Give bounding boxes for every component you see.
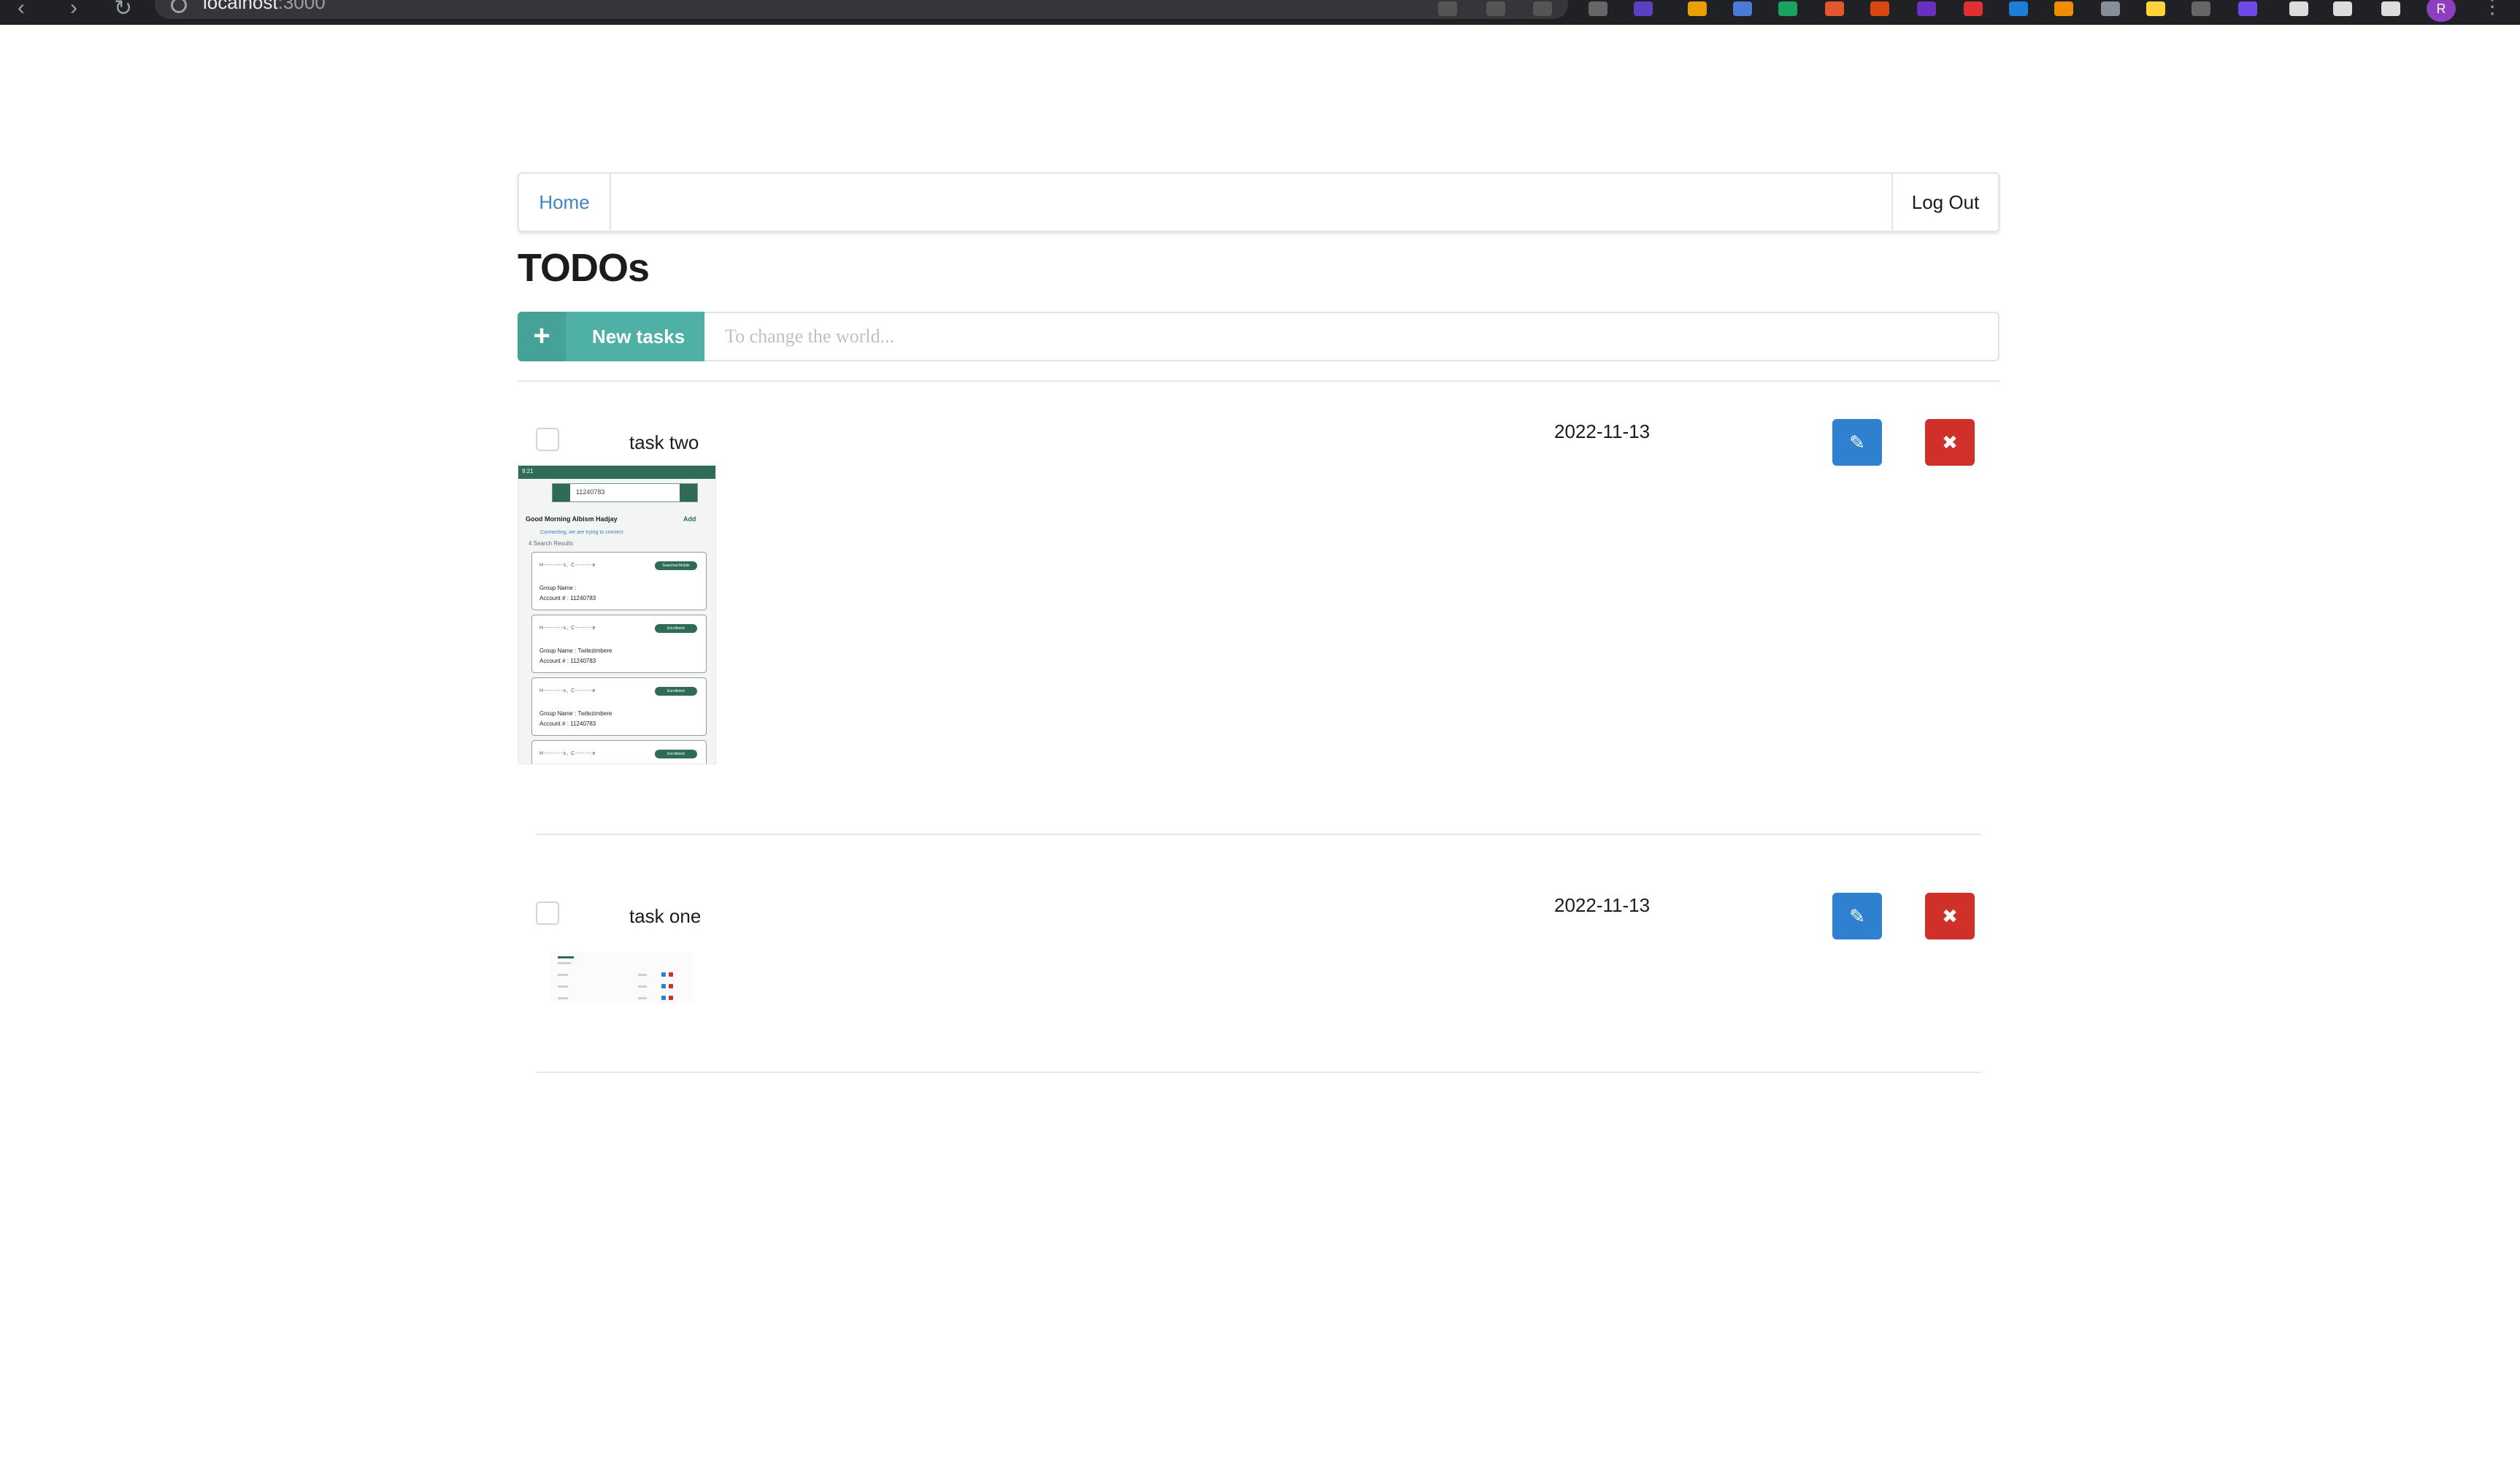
extension-icon[interactable] xyxy=(1589,1,1607,16)
url-text: localhost:3000 xyxy=(203,0,326,13)
browser-toolbar: ‹ › ↻ localhost:3000 R ⋮ xyxy=(0,0,2520,25)
new-tasks-label: New tasks xyxy=(592,326,685,347)
info-icon xyxy=(171,0,187,13)
task-checkbox[interactable] xyxy=(536,902,559,925)
reload-icon[interactable]: ↻ xyxy=(114,0,132,21)
zoom-icon[interactable] xyxy=(1438,1,1457,16)
extension-icon[interactable] xyxy=(2191,1,2210,16)
home-link[interactable]: Home xyxy=(519,174,611,231)
phone-result-card: H--------s, C-------e Enrollment xyxy=(531,740,707,764)
bookmark-star-icon[interactable] xyxy=(1533,1,1552,16)
task-attachment-image[interactable] xyxy=(549,952,692,1003)
close-icon: ✖ xyxy=(1942,431,1958,453)
phone-result-card: H--------s, C-------e Searched Mobile Gr… xyxy=(531,552,707,610)
divider xyxy=(518,380,2000,382)
extension-icon[interactable] xyxy=(2146,1,2165,16)
extension-icon[interactable] xyxy=(2238,1,2257,16)
extension-icon[interactable] xyxy=(1634,1,1653,16)
forward-icon[interactable]: › xyxy=(70,0,77,20)
divider xyxy=(536,834,1981,835)
task-date: 2022-11-13 xyxy=(1554,894,1651,916)
phone-result-card: H--------s, C-------e Enrollment Group N… xyxy=(531,677,707,736)
phone-status-bar: 9:21 xyxy=(518,466,715,479)
delete-button[interactable]: ✖ xyxy=(1925,419,1975,466)
extension-icon[interactable] xyxy=(1870,1,1889,16)
menu-kebab-icon[interactable]: ⋮ xyxy=(2482,0,2502,18)
extension-icon[interactable] xyxy=(1778,1,1797,16)
puzzle-icon[interactable] xyxy=(2289,1,2308,16)
divider xyxy=(536,1072,1981,1073)
new-task-input[interactable] xyxy=(704,312,2000,361)
pencil-icon: ✎ xyxy=(1849,905,1865,927)
extension-icon[interactable] xyxy=(1964,1,1983,16)
phone-search-box: 11240783 xyxy=(552,483,698,502)
extension-icon[interactable] xyxy=(2009,1,2028,16)
back-icon[interactable]: ‹ xyxy=(18,0,25,20)
profile-avatar[interactable]: R xyxy=(2427,0,2456,22)
extension-icon[interactable] xyxy=(2054,1,2073,16)
extension-icon[interactable] xyxy=(1825,1,1844,16)
task-name: task two xyxy=(629,431,699,453)
top-menu: Home Log Out xyxy=(518,172,2000,232)
page-title: TODOs xyxy=(518,246,650,290)
edit-button[interactable]: ✎ xyxy=(1832,893,1882,939)
task-attachment-image[interactable]: 9:21 11240783 Good Morning Albism Hadjay… xyxy=(518,465,716,764)
address-bar[interactable]: localhost:3000 xyxy=(155,0,1568,19)
edit-button[interactable]: ✎ xyxy=(1832,419,1882,466)
task-name: task one xyxy=(629,905,702,927)
extension-icon[interactable] xyxy=(2101,1,2120,16)
pencil-icon: ✎ xyxy=(1849,431,1865,453)
close-icon: ✖ xyxy=(1942,905,1958,927)
plus-icon: + xyxy=(533,320,550,352)
logout-link[interactable]: Log Out xyxy=(1891,174,1998,231)
task-checkbox[interactable] xyxy=(536,428,559,451)
share-icon[interactable] xyxy=(1486,1,1505,16)
extension-icon[interactable] xyxy=(1917,1,1936,16)
new-tasks-button[interactable]: + New tasks xyxy=(518,312,704,361)
delete-button[interactable]: ✖ xyxy=(1925,893,1975,939)
media-icon[interactable] xyxy=(2333,1,2352,16)
phone-result-card: H--------s, C-------e Enrollment Group N… xyxy=(531,615,707,673)
task-date: 2022-11-13 xyxy=(1554,420,1651,442)
extension-icon[interactable] xyxy=(1688,1,1707,16)
extension-icon[interactable] xyxy=(1733,1,1752,16)
profile-switch-icon[interactable] xyxy=(2381,1,2400,16)
